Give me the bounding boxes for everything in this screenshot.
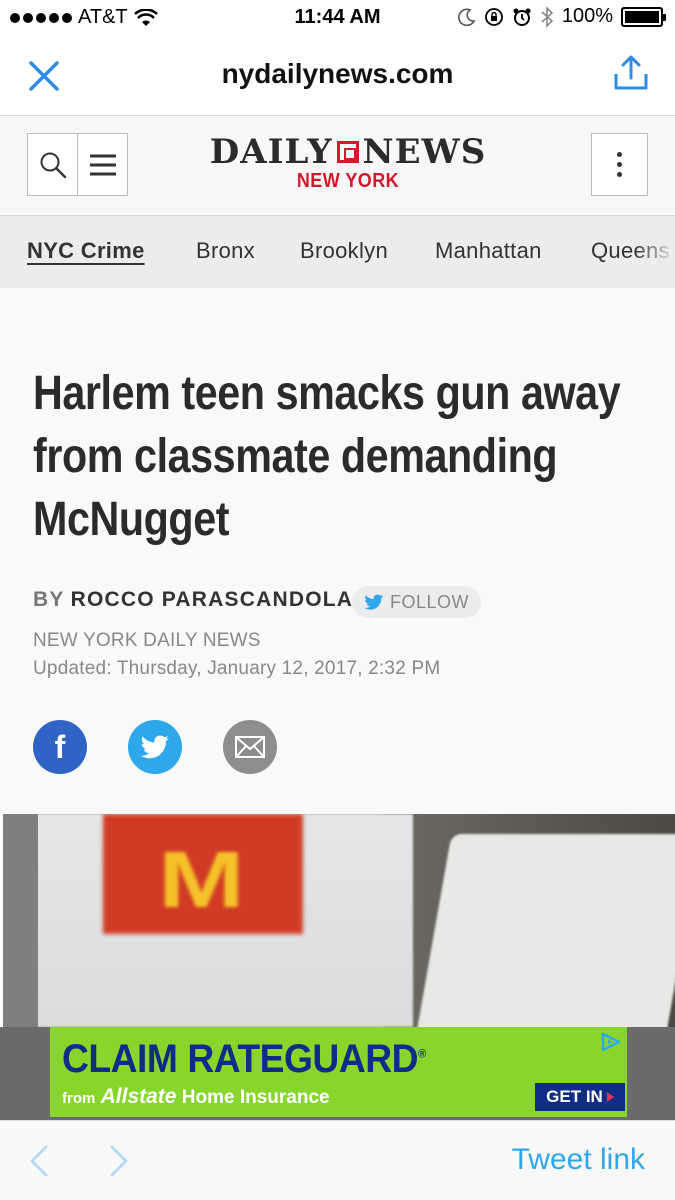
alarm-icon xyxy=(513,8,531,26)
share-row: f xyxy=(33,720,277,774)
section-nav-item-brooklyn[interactable]: Brooklyn xyxy=(300,238,388,264)
mcdonalds-logo-icon: M xyxy=(158,835,245,924)
orientation-lock-icon xyxy=(484,7,503,26)
battery-icon xyxy=(621,6,666,27)
ad-choices-icon[interactable] xyxy=(599,1031,623,1053)
more-vertical-icon xyxy=(617,152,622,157)
ad-brand: Allstate xyxy=(100,1085,177,1108)
facebook-share-button[interactable]: f xyxy=(33,720,87,774)
battery-fill xyxy=(625,10,659,23)
byline-by: BY xyxy=(33,588,65,611)
ad-product: Home Insurance xyxy=(181,1087,330,1108)
bluetooth-icon xyxy=(541,5,554,28)
ad-subtitle: from Allstate Home Insurance xyxy=(62,1085,330,1109)
photo-box xyxy=(414,834,675,1027)
site-header: DAILY NEWS NEW YORK xyxy=(0,116,675,216)
status-bar: AT&T 11:44 AM 100% xyxy=(0,0,675,38)
section-nav: NYC Crime Bronx Brooklyn Manhattan Queen… xyxy=(0,216,675,288)
share-icon[interactable] xyxy=(611,54,651,94)
battery-percent: 100% xyxy=(561,5,613,27)
logo-word-news: NEWS xyxy=(362,132,487,172)
twitter-share-button[interactable] xyxy=(128,720,182,774)
section-nav-item-manhattan[interactable]: Manhattan xyxy=(435,238,542,264)
more-dot xyxy=(617,162,622,167)
play-arrow-icon xyxy=(606,1092,614,1102)
logo-main: DAILY NEWS xyxy=(196,134,500,170)
search-button[interactable] xyxy=(28,134,78,195)
email-icon xyxy=(235,736,265,758)
ad-cta-label: GET IN xyxy=(546,1087,603,1106)
follow-button[interactable]: FOLLOW xyxy=(352,586,482,618)
moon-icon xyxy=(457,8,476,26)
logo-mark-icon xyxy=(336,141,359,163)
facebook-icon: f xyxy=(54,728,66,765)
article-source: NEW YORK DAILY NEWS xyxy=(33,630,261,651)
author-name[interactable]: ROCCO PARASCANDOLA xyxy=(71,588,354,612)
logo-word-daily: DAILY xyxy=(209,132,333,172)
status-right: 100% xyxy=(457,5,666,28)
article: Harlem teen smacks gun away from classma… xyxy=(0,288,675,814)
more-dot xyxy=(617,172,622,177)
ad-title: CLAIM RATEGUARD® xyxy=(62,1037,426,1082)
email-share-button[interactable] xyxy=(223,720,277,774)
article-updated: Updated: Thursday, January 12, 2017, 2:3… xyxy=(33,658,441,679)
ad-banner[interactable]: CLAIM RATEGUARD® from Allstate Home Insu… xyxy=(50,1027,627,1117)
browser-header: nydailynews.com xyxy=(0,38,675,116)
hamburger-menu-icon xyxy=(89,154,116,175)
ad-title-text: CLAIM RATEGUARD xyxy=(62,1037,419,1081)
browser-url: nydailynews.com xyxy=(221,58,454,89)
twitter-bird-icon xyxy=(364,594,384,610)
ad-trademark: ® xyxy=(418,1046,426,1061)
tweet-link-button[interactable]: Tweet link xyxy=(512,1143,645,1177)
logo-sub: NEW YORK xyxy=(296,170,400,192)
byline: BY ROCCO PARASCANDOLA xyxy=(33,588,353,612)
section-nav-item-bronx[interactable]: Bronx xyxy=(196,238,255,264)
search-icon xyxy=(40,152,66,178)
ad-cta-button[interactable]: GET IN xyxy=(535,1083,625,1111)
follow-label: FOLLOW xyxy=(390,591,470,612)
photo-left-edge xyxy=(3,814,38,1027)
menu-button[interactable] xyxy=(78,134,127,195)
article-photo[interactable]: M xyxy=(3,814,675,1027)
twitter-icon xyxy=(140,735,169,758)
article-headline: Harlem teen smacks gun away from classma… xyxy=(33,367,621,546)
section-nav-fade xyxy=(635,216,675,288)
ad-container: CLAIM RATEGUARD® from Allstate Home Insu… xyxy=(0,1027,675,1120)
section-nav-item-nyc-crime[interactable]: NYC Crime xyxy=(27,238,145,264)
nav-buttons xyxy=(27,133,128,196)
bottom-toolbar: Tweet link xyxy=(0,1120,675,1200)
more-button[interactable] xyxy=(591,133,648,196)
chevron-left-icon[interactable] xyxy=(24,1143,54,1179)
chevron-right-icon[interactable] xyxy=(104,1143,134,1179)
daily-news-logo[interactable]: DAILY NEWS NEW YORK xyxy=(196,134,500,193)
ad-from: from xyxy=(62,1090,96,1107)
